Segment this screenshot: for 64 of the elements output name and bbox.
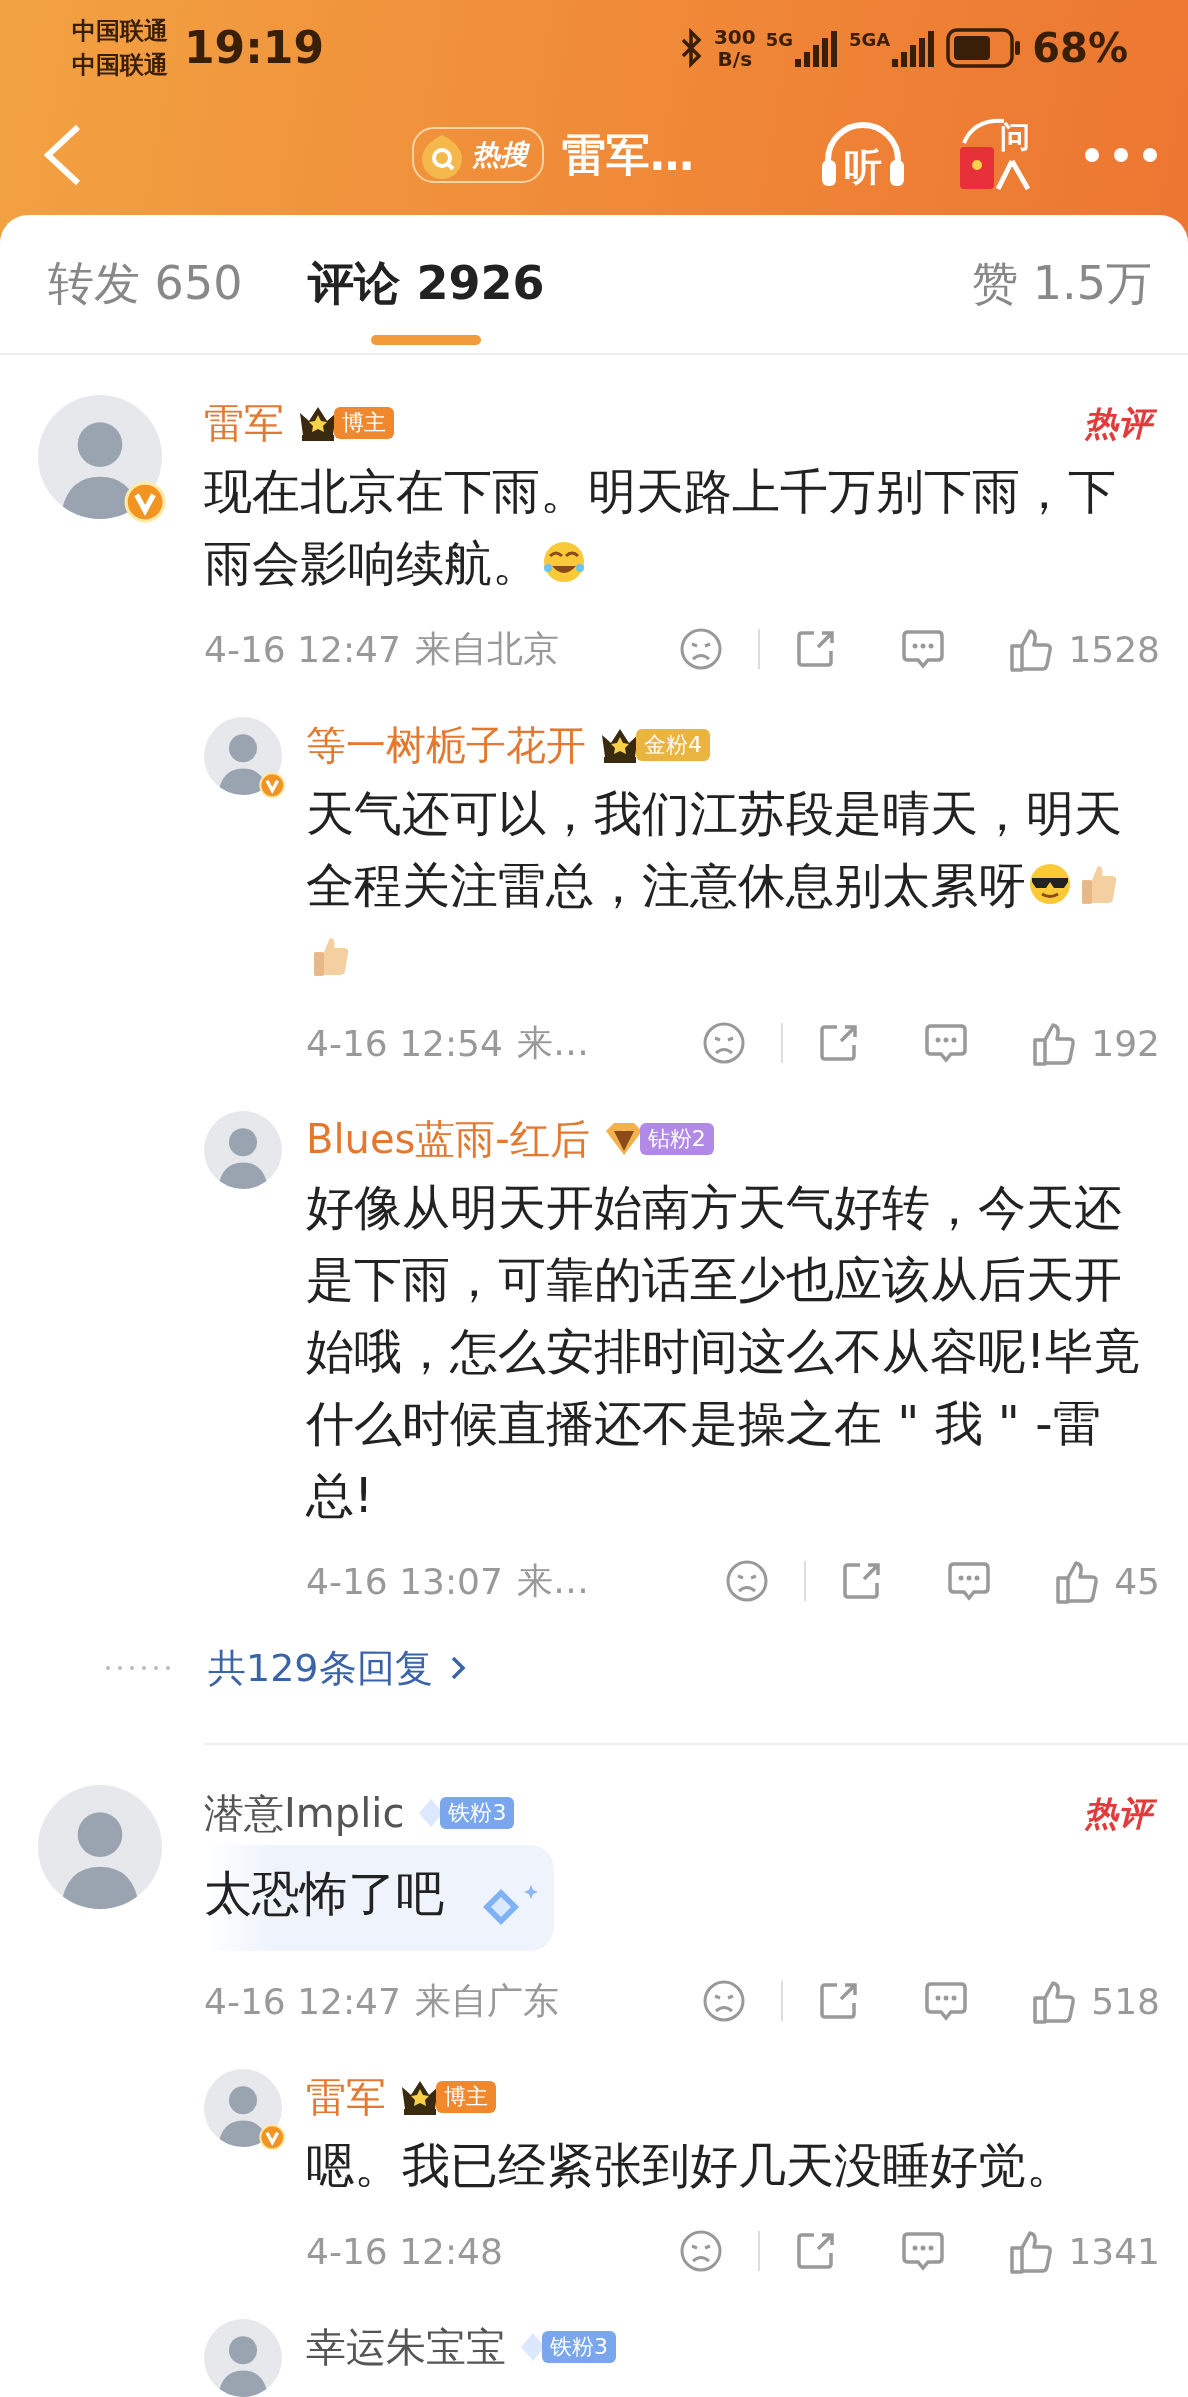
like-button[interactable]: 45 xyxy=(1054,1558,1160,1604)
like-button[interactable]: 1341 xyxy=(1008,2228,1160,2274)
thumbs-up-icon xyxy=(1031,1978,1078,2024)
comment-text: 好像从明天开始南方天气好转，今天还是下雨，可靠的话至少也应该从后天开始哦，怎么安排时间这么不从容呢!毕竟什么时候直播还不是操之在 " 我 " -雷总! xyxy=(306,1178,1143,1525)
page-title: 雷军… xyxy=(562,127,694,182)
comment-location: 来… xyxy=(516,1558,589,1603)
fan-badge: 金粉4 xyxy=(636,729,710,761)
comment-location: 来自北京 xyxy=(414,626,559,671)
user-name[interactable]: 雷军 xyxy=(204,395,284,451)
network-speed: 300 xyxy=(713,25,756,48)
like-button[interactable]: 192 xyxy=(1031,1020,1160,1066)
comment-time: 4-16 12:48 xyxy=(306,2230,503,2272)
network-speed: B/s xyxy=(717,47,753,70)
thumbs-up-icon xyxy=(1008,2228,1055,2274)
comment-text: 天气还可以，我们江苏段是晴天，明天全程关注雷总，注意休息别太累呀 xyxy=(306,777,1160,993)
carrier-name: 中国联通 xyxy=(72,49,168,81)
hot-comment-tag: 热评 xyxy=(1080,398,1160,448)
more-menu-button[interactable] xyxy=(1084,147,1158,164)
hot-comment-tag: 热评 xyxy=(1080,1788,1160,1838)
user-name[interactable]: 雷军 xyxy=(306,2069,386,2125)
user-name[interactable]: 等一树栀子花开 xyxy=(306,717,586,773)
network-type: 5G xyxy=(765,28,793,50)
battery-icon xyxy=(946,27,1023,68)
comment-time: 4-16 12:47 xyxy=(204,1980,401,2022)
more-replies-link[interactable]: 共129条回复 xyxy=(104,1637,1160,1699)
hot-search-badge[interactable]: 热搜 xyxy=(412,127,544,184)
user-name[interactable]: 潜意Implic xyxy=(204,1785,405,1841)
reply-button[interactable] xyxy=(900,627,947,671)
user-name[interactable]: 幸运朱宝宝 xyxy=(306,2319,506,2375)
carrier-name: 中国联通 xyxy=(72,15,168,47)
fan-badge: 钻粉2 xyxy=(639,1123,714,1155)
comment-time: 4-16 12:54 xyxy=(306,1022,503,1064)
signal-icon xyxy=(892,28,937,67)
fan-badge: 铁粉3 xyxy=(440,1797,515,1829)
likes-count[interactable]: 赞 1.5万 xyxy=(972,253,1152,315)
reply-button[interactable] xyxy=(900,2229,947,2273)
user-name[interactable]: Blues蓝雨-红后 xyxy=(306,1111,590,1167)
thumbs-up-icon xyxy=(1054,1558,1101,1604)
comment-location: 来… xyxy=(516,1020,589,1065)
comment-location: 来自广东 xyxy=(414,1978,559,2023)
signal-icon xyxy=(795,28,839,67)
like-button[interactable]: 1528 xyxy=(1008,626,1160,672)
like-button[interactable]: 518 xyxy=(1031,1978,1160,2024)
fan-badge: 博主 xyxy=(334,407,394,439)
reply-button[interactable] xyxy=(923,1021,970,1065)
reply-button[interactable] xyxy=(946,1559,993,1603)
comment-time: 4-16 13:07 xyxy=(306,1560,503,1602)
comment-text: 现在北京在下雨。明天路上千万别下雨，下雨会影响续航。 xyxy=(204,462,1117,593)
fan-badge: 铁粉3 xyxy=(542,2331,616,2363)
fan-badge: 博主 xyxy=(436,2081,496,2113)
tab[interactable]: 转发 650 xyxy=(48,215,243,353)
comment-time: 4-16 12:47 xyxy=(204,628,401,670)
clock: 19:19 xyxy=(184,22,325,74)
ask-button[interactable]: 问 xyxy=(956,117,1036,194)
thumbs-up-icon xyxy=(1008,626,1055,672)
network-type: 5GA xyxy=(849,28,891,50)
listen-button[interactable]: 听 xyxy=(818,122,908,189)
comment-text: 太恐怖了吧 xyxy=(204,1864,444,1923)
bluetooth-icon xyxy=(679,27,704,68)
comment-text: 嗯。我已经紧张到好几天没睡好觉。 xyxy=(306,2136,1075,2195)
battery-percent: 68% xyxy=(1032,24,1128,71)
reply-button[interactable] xyxy=(923,1979,970,2023)
thumbs-up-icon xyxy=(1031,1020,1078,1066)
tab[interactable]: 评论 2926 xyxy=(308,215,545,353)
